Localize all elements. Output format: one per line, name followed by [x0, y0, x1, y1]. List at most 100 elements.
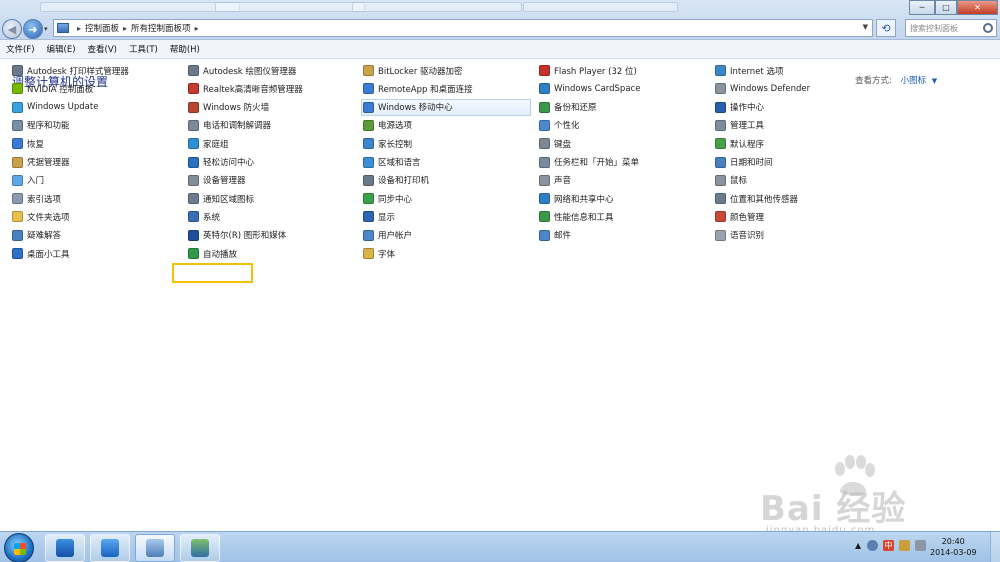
control-panel-item[interactable]: 恢复	[12, 135, 44, 152]
control-panel-item[interactable]: 字体	[363, 245, 395, 262]
control-panel-item[interactable]: 电源选项	[363, 117, 412, 134]
start-button[interactable]	[4, 533, 34, 562]
item-icon	[12, 119, 23, 131]
control-panel-item[interactable]: 网络和共享中心	[539, 190, 614, 207]
control-panel-item[interactable]: 程序和功能	[12, 117, 70, 134]
taskbar-app-1[interactable]	[45, 534, 85, 562]
control-panel-item[interactable]: 语音识别	[715, 227, 764, 244]
control-panel-item[interactable]: 任务栏和「开始」菜单	[539, 154, 639, 171]
menu-edit[interactable]: 编辑(E)	[47, 43, 76, 55]
taskbar-app-4[interactable]	[180, 534, 220, 562]
recent-pages-dropdown[interactable]: ▾	[44, 25, 48, 33]
control-panel-item[interactable]: 声音	[539, 172, 571, 189]
control-panel-item[interactable]: NVIDIA 控制面板	[12, 80, 93, 97]
control-panel-item[interactable]: 桌面小工具	[12, 245, 70, 262]
flag-icon[interactable]	[899, 540, 911, 551]
control-panel-item[interactable]: Flash Player (32 位)	[539, 62, 637, 79]
chevron-down-icon[interactable]: ▼	[863, 23, 868, 31]
control-panel-item[interactable]: Autodesk 打印样式管理器	[12, 62, 129, 79]
search-input[interactable]: 搜索控制面板	[905, 19, 997, 37]
control-panel-item-label: NVIDIA 控制面板	[27, 84, 94, 95]
control-panel-item[interactable]: 通知区域图标	[188, 190, 254, 207]
control-panel-item[interactable]: 管理工具	[715, 117, 764, 134]
chevron-right-icon[interactable]: ▸	[195, 24, 199, 33]
control-panel-item[interactable]: 个性化	[539, 117, 580, 134]
control-panel-item[interactable]: 系统	[188, 208, 220, 225]
control-panel-item[interactable]: RemoteApp 和桌面连接	[363, 80, 473, 97]
control-panel-item[interactable]: 入门	[12, 172, 44, 189]
background-tab	[40, 2, 240, 12]
show-desktop-button[interactable]	[990, 532, 1000, 562]
control-panel-item[interactable]: 操作中心	[715, 99, 764, 116]
item-icon	[363, 193, 374, 205]
control-panel-item[interactable]: 邮件	[539, 227, 571, 244]
control-panel-item[interactable]: Autodesk 绘图仪管理器	[188, 62, 296, 79]
control-panel-item-label: 入门	[27, 176, 45, 187]
maximize-button[interactable]: □	[935, 0, 957, 15]
control-panel-item[interactable]: Windows Update	[12, 99, 98, 116]
control-panel-item[interactable]: Realtek高清晰音频管理器	[188, 80, 303, 97]
control-panel-item[interactable]: 日期和时间	[715, 154, 773, 171]
clock[interactable]: 20:40 2014-03-09	[930, 536, 977, 558]
control-panel-item[interactable]: 文件夹选项	[12, 208, 70, 225]
control-panel-item[interactable]: 颜色管理	[715, 208, 764, 225]
control-panel-item[interactable]: 显示	[363, 208, 395, 225]
ime-indicator[interactable]: 中	[883, 540, 895, 551]
control-panel-item[interactable]: Windows 防火墙	[188, 99, 269, 116]
control-panel-item[interactable]: 鼠标	[715, 172, 747, 189]
control-panel-item[interactable]: Windows Defender	[715, 80, 810, 97]
control-panel-item[interactable]: 用户帐户	[363, 227, 412, 244]
control-panel-item-label: 邮件	[554, 231, 572, 242]
control-panel-item[interactable]: Windows 移动中心	[361, 98, 531, 116]
taskbar-control-panel[interactable]	[135, 534, 175, 562]
close-button[interactable]: ✕	[957, 0, 998, 15]
control-panel-item[interactable]: Internet 选项	[715, 62, 783, 79]
menu-help[interactable]: 帮助(H)	[170, 43, 200, 55]
control-panel-item[interactable]: 索引选项	[12, 190, 61, 207]
control-panel-item-label: 轻松访问中心	[203, 158, 255, 168]
control-panel-item[interactable]: 英特尔(R) 图形和媒体	[188, 227, 286, 244]
address-bar[interactable]: ▸ 控制面板 ▸ 所有控制面板项 ▸ ▼	[53, 19, 873, 37]
control-panel-item[interactable]: 性能信息和工具	[539, 208, 614, 225]
menu-tools[interactable]: 工具(T)	[129, 43, 158, 55]
item-icon	[363, 174, 374, 186]
chevron-right-icon[interactable]: ▸	[123, 24, 127, 33]
control-panel-item[interactable]: BitLocker 驱动器加密	[363, 62, 463, 79]
back-button[interactable]: ◀	[2, 19, 22, 39]
system-tray: ▲ 中	[855, 540, 931, 551]
forward-button[interactable]: ➜	[23, 19, 43, 39]
network-icon[interactable]	[867, 540, 879, 551]
chevron-up-icon[interactable]: ▲	[855, 541, 861, 550]
control-panel-item[interactable]: 轻松访问中心	[188, 154, 254, 171]
control-panel-item-label: 恢复	[27, 139, 45, 150]
control-panel-item[interactable]: 家庭组	[188, 135, 229, 152]
menu-file[interactable]: 文件(F)	[6, 43, 35, 55]
refresh-button[interactable]: ⟲	[876, 19, 896, 37]
breadcrumb-all-items[interactable]: 所有控制面板项	[131, 22, 191, 34]
control-panel-item[interactable]: 家长控制	[363, 135, 412, 152]
control-panel-item[interactable]: 凭据管理器	[12, 154, 70, 171]
taskbar-app-2[interactable]	[90, 534, 130, 562]
menu-bar: 文件(F) 编辑(E) 查看(V) 工具(T) 帮助(H)	[0, 40, 1000, 59]
control-panel-item[interactable]: 电话和调制解调器	[188, 117, 271, 134]
control-panel-item[interactable]: Windows CardSpace	[539, 80, 640, 97]
control-panel-item[interactable]: 默认程序	[715, 135, 764, 152]
control-panel-item[interactable]: 区域和语言	[363, 154, 421, 171]
control-panel-item[interactable]: 自动播放	[188, 245, 237, 262]
item-icon	[12, 65, 23, 76]
control-panel-item[interactable]: 键盘	[539, 135, 571, 152]
volume-icon[interactable]	[915, 540, 927, 551]
background-tab	[352, 2, 522, 12]
control-panel-item[interactable]: 位置和其他传感器	[715, 190, 798, 207]
minimize-button[interactable]: ─	[909, 0, 935, 15]
control-panel-item-label: 疑难解答	[27, 231, 62, 242]
control-panel-item[interactable]: 设备和打印机	[363, 172, 429, 189]
control-panel-item[interactable]: 备份和还原	[539, 99, 597, 116]
control-panel-item[interactable]: 同步中心	[363, 190, 412, 207]
control-panel-item[interactable]: 设备管理器	[188, 172, 246, 189]
item-icon	[715, 174, 726, 186]
control-panel-item[interactable]: 疑难解答	[12, 227, 61, 244]
breadcrumb-control-panel[interactable]: 控制面板	[85, 22, 119, 34]
control-panel-item-label: RemoteApp 和桌面连接	[378, 84, 473, 95]
menu-view[interactable]: 查看(V)	[88, 43, 117, 55]
